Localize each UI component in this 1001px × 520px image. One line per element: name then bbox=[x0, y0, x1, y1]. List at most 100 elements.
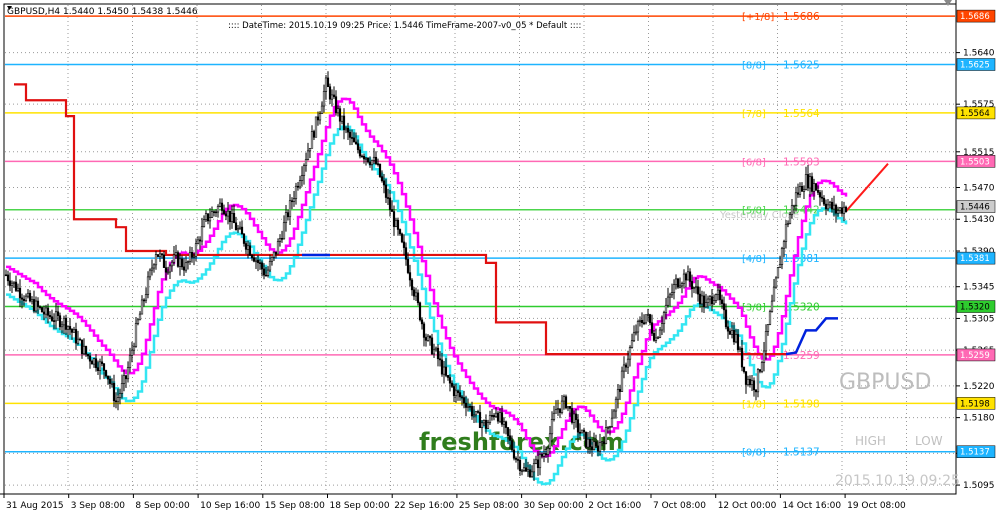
candle-body bbox=[124, 375, 128, 380]
candle-body bbox=[166, 271, 170, 274]
candle-body bbox=[664, 304, 668, 313]
candle-body bbox=[680, 283, 684, 287]
candle-body bbox=[268, 260, 272, 271]
candle-body bbox=[720, 299, 724, 304]
candle-body bbox=[802, 189, 806, 192]
murrey-label: [4/8] bbox=[742, 254, 766, 265]
candle-body bbox=[530, 471, 534, 478]
candle-body bbox=[658, 329, 662, 338]
candle-body bbox=[444, 366, 448, 376]
candle-body bbox=[30, 299, 34, 302]
candle-body bbox=[750, 380, 754, 386]
time-tick-label: 3 Sep 08:00 bbox=[71, 501, 126, 511]
candle-body bbox=[10, 282, 14, 286]
candle-body bbox=[244, 243, 248, 250]
candle-body bbox=[832, 204, 836, 210]
candle-body bbox=[638, 319, 642, 322]
candle-body bbox=[612, 410, 616, 419]
time-tick-label: 14 Oct 16:00 bbox=[782, 501, 841, 511]
candle-body bbox=[226, 210, 230, 217]
candle-body bbox=[632, 332, 636, 342]
candle-body bbox=[250, 254, 254, 258]
symbol-watermark: GBPUSD bbox=[839, 370, 931, 395]
candle-body bbox=[330, 94, 334, 100]
candle-body bbox=[796, 192, 800, 195]
candle-body bbox=[748, 378, 752, 386]
candle-body bbox=[754, 389, 758, 393]
candle-body bbox=[318, 113, 322, 121]
candle-body bbox=[378, 163, 382, 177]
murrey-value: 1.5137 bbox=[783, 447, 820, 459]
candle-body bbox=[510, 440, 514, 451]
candle-body bbox=[52, 320, 56, 322]
time-tick-label: 31 Aug 2015 bbox=[6, 501, 64, 511]
price-badge-text: 1.5259 bbox=[960, 351, 990, 361]
candle-body bbox=[544, 453, 548, 455]
candle-body bbox=[430, 337, 434, 355]
candle-body bbox=[402, 241, 406, 248]
candle-body bbox=[326, 77, 330, 88]
candle-body bbox=[490, 415, 494, 417]
candle-body bbox=[100, 361, 104, 365]
candle-body bbox=[286, 212, 290, 218]
candle-body bbox=[836, 210, 840, 214]
candle-body bbox=[468, 405, 472, 408]
candle-body bbox=[416, 292, 420, 304]
candle-body bbox=[462, 397, 466, 404]
candle-body bbox=[44, 307, 48, 315]
candle-body bbox=[356, 143, 360, 151]
candle-body bbox=[398, 229, 402, 235]
candle-body bbox=[418, 302, 422, 321]
candle-body bbox=[366, 157, 370, 163]
candle-body bbox=[756, 369, 760, 393]
candle-body bbox=[834, 204, 838, 214]
candle-body bbox=[800, 185, 804, 192]
candle-body bbox=[828, 201, 832, 206]
candle-body bbox=[306, 150, 310, 160]
candle-body bbox=[392, 211, 396, 227]
candle-body bbox=[334, 96, 338, 114]
chart-canvas[interactable]: freshforex.com GBPUSD HIGH LOW 2015.10.1… bbox=[0, 0, 1001, 516]
axis-price-badge: 1.5686 bbox=[956, 9, 996, 23]
candle-body bbox=[588, 438, 592, 448]
candle-body bbox=[128, 355, 132, 368]
candle-body bbox=[222, 210, 226, 215]
candle-body bbox=[646, 314, 650, 316]
candle-body bbox=[86, 353, 90, 357]
candle-body bbox=[536, 459, 540, 469]
candle-body bbox=[542, 453, 546, 457]
candle-body bbox=[726, 326, 730, 332]
candle-body bbox=[292, 198, 296, 202]
candle-body bbox=[74, 329, 78, 344]
candle-body bbox=[592, 441, 596, 450]
candle-body bbox=[154, 254, 158, 266]
axis-price-badge: 1.5320 bbox=[956, 300, 996, 313]
candle-body bbox=[348, 131, 352, 138]
time-tick-label: 18 Sep 00:00 bbox=[330, 501, 390, 511]
candle-body bbox=[708, 296, 712, 300]
candle-body bbox=[798, 185, 802, 195]
candle-body bbox=[332, 94, 336, 98]
candle-body bbox=[816, 189, 820, 193]
axis-price-badge: 1.5259 bbox=[956, 348, 996, 362]
candle-body bbox=[82, 345, 86, 355]
candle-body bbox=[478, 412, 482, 429]
candle-body bbox=[6, 274, 10, 282]
candle-body bbox=[600, 441, 604, 444]
candle-body bbox=[162, 254, 166, 268]
candle-body bbox=[844, 206, 848, 212]
candle-body bbox=[488, 415, 492, 423]
candle-body bbox=[238, 226, 242, 229]
candle-body bbox=[738, 347, 742, 350]
candle-body bbox=[540, 453, 544, 457]
candle-body bbox=[436, 347, 440, 360]
candle-body bbox=[532, 463, 536, 473]
candle-body bbox=[56, 311, 60, 316]
candle-body bbox=[160, 253, 164, 256]
price-chart[interactable]: freshforex.com GBPUSD HIGH LOW 2015.10.1… bbox=[0, 0, 1001, 516]
candle-body bbox=[522, 467, 526, 471]
candle-body bbox=[594, 441, 598, 447]
candle-body bbox=[838, 207, 842, 211]
candle-body bbox=[486, 422, 490, 429]
candle-body bbox=[752, 380, 756, 391]
